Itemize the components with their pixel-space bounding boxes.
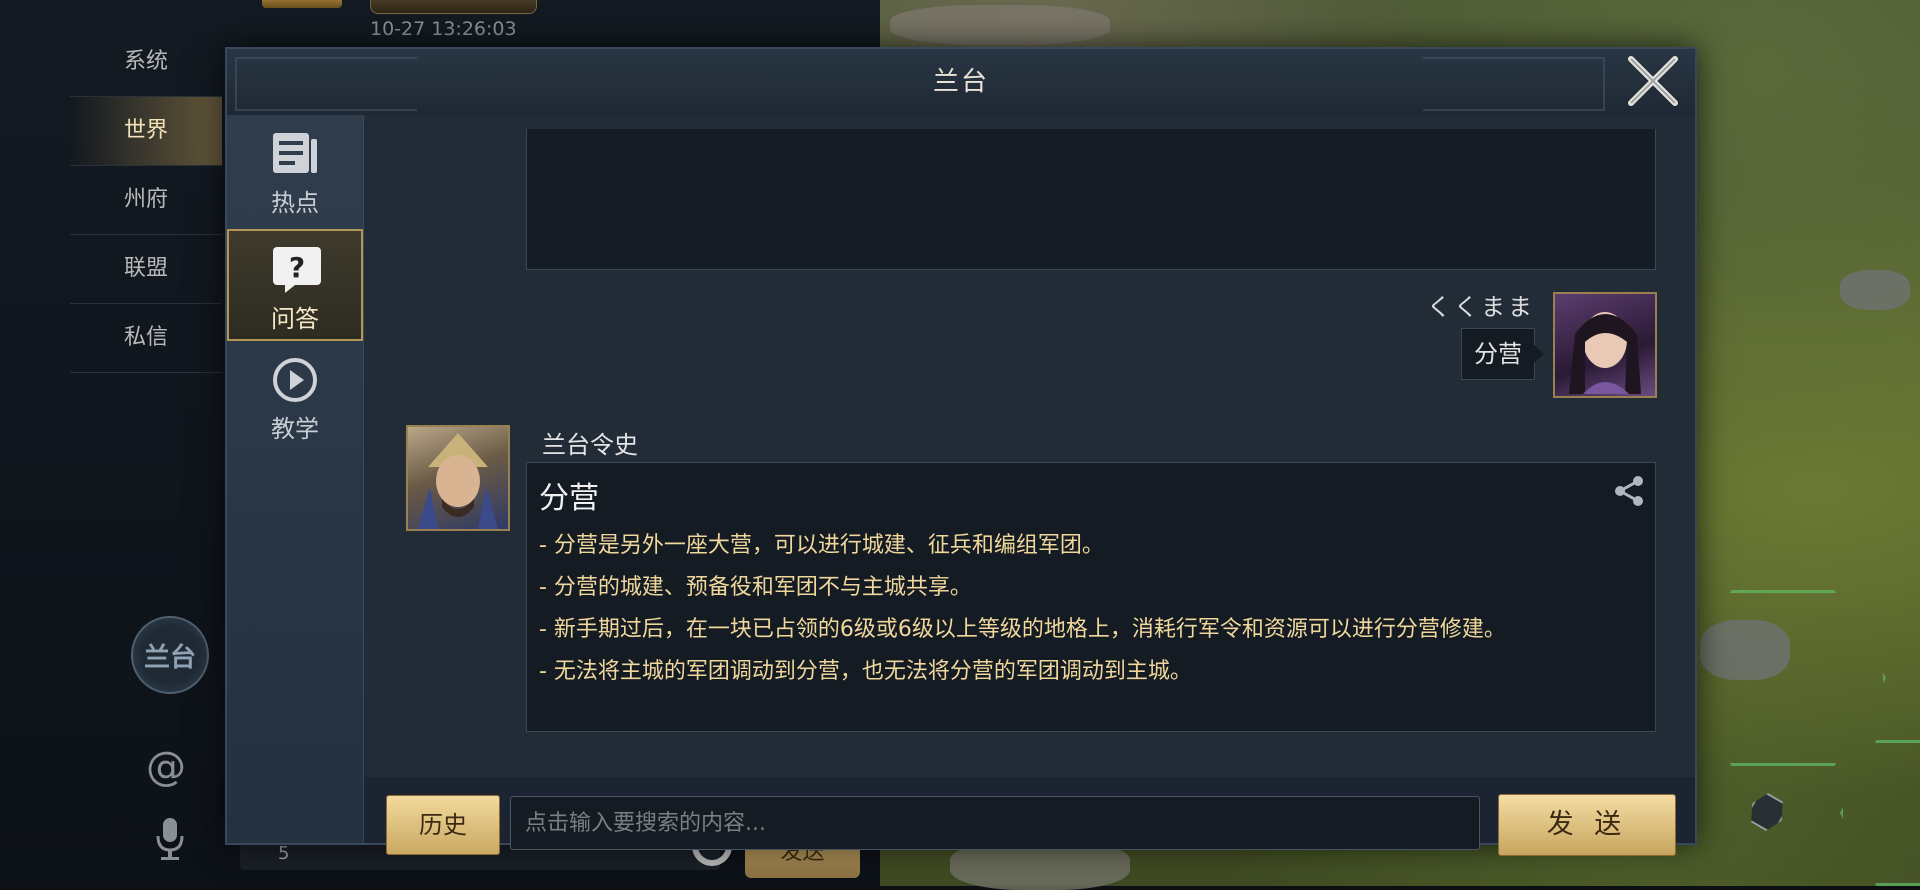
user-name: くくまま — [1427, 293, 1535, 321]
decor-badge — [370, 0, 537, 14]
channel-state[interactable]: 州府 — [70, 166, 222, 235]
send-button[interactable]: 发 送 — [1498, 794, 1676, 856]
qa-conversation[interactable]: くくまま 分营 兰台令史 分营 - 分营是另外一座大营，可以进行城建、征兵和编组… — [364, 115, 1695, 777]
map-rock — [890, 5, 1110, 45]
answer-line: - 新手期过后，在一块已占领的6级或6级以上等级的地格上，消耗行军令和资源可以进… — [539, 617, 1506, 642]
bot-portrait-image — [418, 433, 498, 529]
rank-badge — [262, 0, 342, 8]
tab-qa[interactable]: ? 问答 — [227, 229, 363, 341]
search-input[interactable] — [510, 796, 1480, 850]
bot-name: 兰台令史 — [542, 431, 638, 459]
chat-timestamp: 10-27 13:26:03 — [370, 18, 517, 40]
map-tile-border — [1840, 740, 1920, 886]
tab-hot-topics[interactable]: 热点 — [227, 115, 363, 227]
tab-label: 教学 — [271, 415, 319, 443]
question-icon: ? — [273, 247, 321, 293]
close-icon[interactable] — [1617, 45, 1689, 117]
svg-text:?: ? — [289, 251, 305, 284]
channel-private[interactable]: 私信 — [70, 304, 222, 373]
lantai-emblem-button[interactable]: 兰台 — [131, 616, 209, 694]
share-icon[interactable] — [1611, 473, 1647, 509]
dialog-title: 兰台 — [932, 67, 989, 97]
channel-world[interactable]: 世界 — [70, 97, 222, 166]
microphone-icon[interactable] — [155, 816, 185, 862]
dialog-header: 兰台 — [227, 49, 1695, 116]
dialog-side-nav: 热点 ? 问答 教学 — [227, 115, 364, 843]
channel-list: 系统 世界 州府 联盟 私信 — [70, 28, 222, 373]
previous-answer-card — [526, 129, 1656, 270]
tab-label: 问答 — [271, 305, 319, 333]
map-rock — [1840, 270, 1910, 310]
map-tile-border — [1680, 590, 1886, 766]
chat-count: 5 — [278, 843, 290, 864]
answer-line: - 分营的城建、预备役和军团不与主城共享。 — [539, 575, 972, 600]
history-button[interactable]: 历史 — [386, 795, 500, 855]
answer-title: 分营 — [539, 481, 599, 516]
play-icon — [273, 358, 317, 402]
lantai-dialog: 兰台 热点 ? 问答 教学 くくまま 分营 兰台令史 分营 - 分营是另外一座大… — [225, 47, 1697, 856]
bot-avatar — [406, 425, 510, 531]
user-avatar — [1553, 292, 1657, 398]
tab-label: 热点 — [271, 189, 319, 217]
channel-alliance[interactable]: 联盟 — [70, 235, 222, 304]
answer-line: - 无法将主城的军团调动到分营，也无法将分营的军团调动到主城。 — [539, 659, 1192, 684]
search-bar: 历史 发 送 — [364, 777, 1695, 856]
channel-system[interactable]: 系统 — [70, 28, 222, 97]
document-icon — [273, 133, 317, 173]
bot-answer-card: 分营 - 分营是另外一座大营，可以进行城建、征兵和编组军团。 - 分营的城建、预… — [526, 462, 1656, 732]
user-portrait-image — [1569, 312, 1641, 394]
answer-body: - 分营是另外一座大营，可以进行城建、征兵和编组军团。 - 分营的城建、预备役和… — [539, 525, 1635, 693]
answer-line: - 分营是另外一座大营，可以进行城建、征兵和编组军团。 — [539, 533, 1104, 558]
user-question-bubble: 分营 — [1461, 328, 1544, 380]
tab-tutorial[interactable]: 教学 — [227, 341, 363, 453]
at-icon[interactable]: @ — [146, 744, 186, 790]
